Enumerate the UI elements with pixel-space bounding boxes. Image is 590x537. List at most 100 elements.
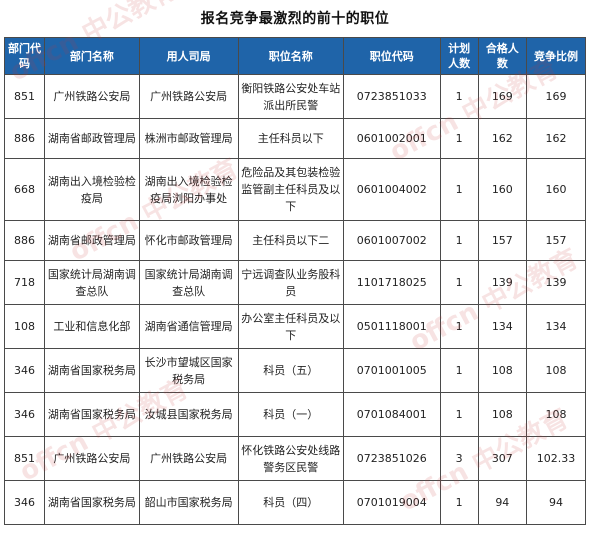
cell-position-name: 科员（四） xyxy=(237,480,344,525)
cell-bureau: 湖南省通信管理局 xyxy=(138,304,239,349)
cell-competition-ratio: 162 xyxy=(526,118,586,159)
header-row: 部门代码 部门名称 用人司局 职位名称 职位代码 计划人数 合格人数 竞争比例 xyxy=(4,37,586,75)
table-row: 851 广州铁路公安局 广州铁路公安局 怀化铁路公安处线路警务区民警 07238… xyxy=(4,436,586,481)
cell-qualified-count: 160 xyxy=(477,158,528,221)
cell-dept-name: 湖南省邮政管理局 xyxy=(43,118,140,159)
cell-position-name: 办公室主任科员及以下 xyxy=(237,304,344,349)
cell-qualified-count: 108 xyxy=(477,348,528,393)
header-dept-name: 部门名称 xyxy=(43,37,140,75)
cell-position-code: 0601002001 xyxy=(342,118,441,159)
table-row: 851 广州铁路公安局 广州铁路公安局 衡阳铁路公安处车站派出所民警 07238… xyxy=(4,74,586,119)
cell-competition-ratio: 139 xyxy=(526,260,586,305)
cell-position-code: 0701001005 xyxy=(342,348,441,393)
cell-position-name: 衡阳铁路公安处车站派出所民警 xyxy=(237,74,344,119)
cell-bureau: 怀化市邮政管理局 xyxy=(138,220,239,261)
cell-plan-count: 1 xyxy=(439,118,479,159)
table-row: 346 湖南省国家税务局 汝城县国家税务局 科员（一） 0701084001 1… xyxy=(4,392,586,437)
cell-plan-count: 3 xyxy=(439,436,479,481)
cell-dept-name: 工业和信息化部 xyxy=(43,304,140,349)
cell-position-name: 主任科员以下二 xyxy=(237,220,344,261)
cell-plan-count: 1 xyxy=(439,304,479,349)
cell-dept-name: 国家统计局湖南调查总队 xyxy=(43,260,140,305)
cell-dept-name: 湖南省邮政管理局 xyxy=(43,220,140,261)
cell-competition-ratio: 134 xyxy=(526,304,586,349)
table-row: 346 湖南省国家税务局 韶山市国家税务局 科员（四） 0701019004 1… xyxy=(4,480,586,525)
cell-dept-code: 108 xyxy=(4,304,45,349)
cell-dept-code: 851 xyxy=(4,74,45,119)
cell-dept-name: 湖南省国家税务局 xyxy=(43,480,140,525)
table-row: 886 湖南省邮政管理局 株洲市邮政管理局 主任科员以下 0601002001 … xyxy=(4,118,586,159)
cell-competition-ratio: 160 xyxy=(526,158,586,221)
cell-dept-code: 718 xyxy=(4,260,45,305)
cell-position-name: 怀化铁路公安处线路警务区民警 xyxy=(237,436,344,481)
cell-dept-code: 346 xyxy=(4,392,45,437)
cell-plan-count: 1 xyxy=(439,74,479,119)
cell-plan-count: 1 xyxy=(439,392,479,437)
cell-competition-ratio: 169 xyxy=(526,74,586,119)
cell-competition-ratio: 94 xyxy=(526,480,586,525)
cell-bureau: 广州铁路公安局 xyxy=(138,436,239,481)
cell-position-code: 0701084001 xyxy=(342,392,441,437)
cell-competition-ratio: 102.33 xyxy=(526,436,586,481)
cell-position-code: 0501118001 xyxy=(342,304,441,349)
cell-dept-code: 886 xyxy=(4,220,45,261)
page-title: 报名竞争最激烈的前十的职位 xyxy=(200,11,390,27)
table-row: 718 国家统计局湖南调查总队 国家统计局湖南调查总队 宁远调查队业务股科员 1… xyxy=(4,260,586,305)
cell-qualified-count: 139 xyxy=(477,260,528,305)
cell-dept-code: 668 xyxy=(4,158,45,221)
cell-position-code: 0601004002 xyxy=(342,158,441,221)
header-position-name: 职位名称 xyxy=(237,37,344,75)
cell-plan-count: 1 xyxy=(439,220,479,261)
cell-position-name: 科员（五） xyxy=(237,348,344,393)
cell-qualified-count: 134 xyxy=(477,304,528,349)
cell-bureau: 韶山市国家税务局 xyxy=(138,480,239,525)
positions-table: 部门代码 部门名称 用人司局 职位名称 职位代码 计划人数 合格人数 竞争比例 … xyxy=(4,37,586,525)
cell-position-code: 0723851033 xyxy=(342,74,441,119)
table-row: 346 湖南省国家税务局 长沙市望城区国家税务局 科员（五） 070100100… xyxy=(4,348,586,393)
cell-bureau: 广州铁路公安局 xyxy=(138,74,239,119)
table-row: 108 工业和信息化部 湖南省通信管理局 办公室主任科员及以下 05011180… xyxy=(4,304,586,349)
cell-position-name: 宁远调查队业务股科员 xyxy=(237,260,344,305)
cell-position-name: 科员（一） xyxy=(237,392,344,437)
cell-dept-code: 851 xyxy=(4,436,45,481)
cell-bureau: 长沙市望城区国家税务局 xyxy=(138,348,239,393)
cell-position-code: 0723851026 xyxy=(342,436,441,481)
cell-dept-name: 广州铁路公安局 xyxy=(43,74,140,119)
header-competition-ratio: 竞争比例 xyxy=(526,37,586,75)
cell-plan-count: 1 xyxy=(439,158,479,221)
cell-plan-count: 1 xyxy=(439,260,479,305)
cell-dept-name: 湖南省国家税务局 xyxy=(43,392,140,437)
cell-qualified-count: 108 xyxy=(477,392,528,437)
cell-competition-ratio: 108 xyxy=(526,348,586,393)
header-position-code: 职位代码 xyxy=(342,37,441,75)
table-row: 668 湖南出入境检验检疫局 湖南出入境检验检疫局浏阳办事处 危险品及其包装检验… xyxy=(4,158,586,221)
cell-position-name: 主任科员以下 xyxy=(237,118,344,159)
cell-dept-name: 广州铁路公安局 xyxy=(43,436,140,481)
cell-bureau: 国家统计局湖南调查总队 xyxy=(138,260,239,305)
cell-qualified-count: 169 xyxy=(477,74,528,119)
cell-qualified-count: 162 xyxy=(477,118,528,159)
cell-plan-count: 1 xyxy=(439,480,479,525)
header-bureau: 用人司局 xyxy=(138,37,239,75)
header-dept-code: 部门代码 xyxy=(4,37,45,75)
cell-qualified-count: 157 xyxy=(477,220,528,261)
cell-dept-name: 湖南出入境检验检疫局 xyxy=(43,158,140,221)
cell-dept-code: 346 xyxy=(4,348,45,393)
cell-position-code: 1101718025 xyxy=(342,260,441,305)
table-row: 886 湖南省邮政管理局 怀化市邮政管理局 主任科员以下二 0601007002… xyxy=(4,220,586,261)
header-plan-count: 计划人数 xyxy=(439,37,479,75)
cell-competition-ratio: 108 xyxy=(526,392,586,437)
cell-dept-code: 886 xyxy=(4,118,45,159)
cell-bureau: 湖南出入境检验检疫局浏阳办事处 xyxy=(138,158,239,221)
cell-qualified-count: 94 xyxy=(477,480,528,525)
header-qualified-count: 合格人数 xyxy=(477,37,528,75)
cell-bureau: 汝城县国家税务局 xyxy=(138,392,239,437)
cell-qualified-count: 307 xyxy=(477,436,528,481)
cell-plan-count: 1 xyxy=(439,348,479,393)
cell-bureau: 株洲市邮政管理局 xyxy=(138,118,239,159)
cell-dept-name: 湖南省国家税务局 xyxy=(43,348,140,393)
cell-position-code: 0701019004 xyxy=(342,480,441,525)
cell-competition-ratio: 157 xyxy=(526,220,586,261)
cell-dept-code: 346 xyxy=(4,480,45,525)
cell-position-code: 0601007002 xyxy=(342,220,441,261)
